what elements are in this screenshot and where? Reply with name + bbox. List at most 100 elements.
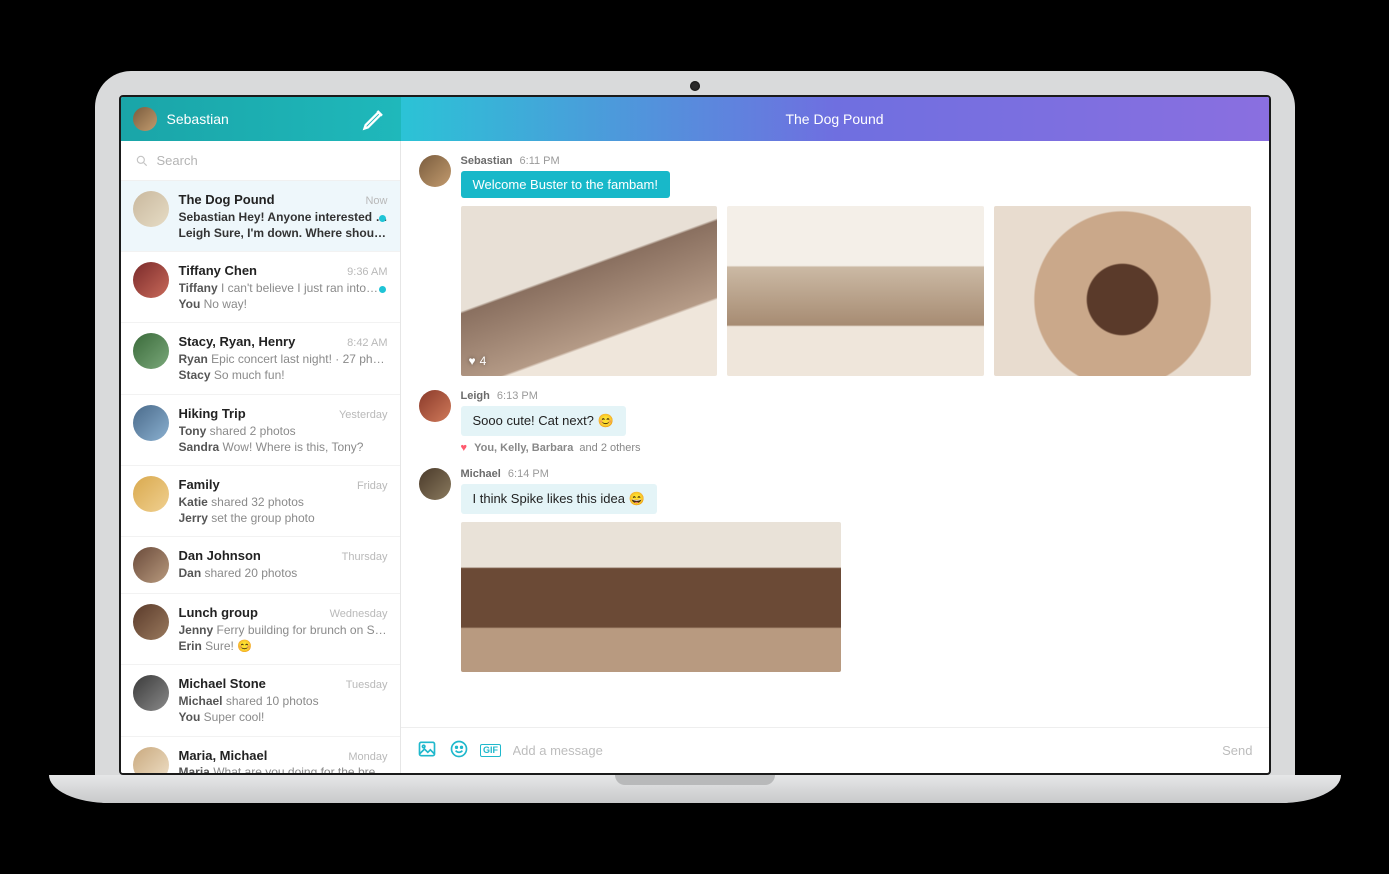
- conversation-time: Tuesday: [346, 678, 388, 693]
- message-list: Sebastian 6:11 PM Welcome Buster to the …: [401, 141, 1269, 727]
- message-author: Leigh: [461, 390, 490, 402]
- conversation-item[interactable]: Family FridayKatie shared 32 photosJerry …: [121, 466, 400, 537]
- unread-indicator-icon: [379, 215, 386, 222]
- unread-indicator-icon: [379, 286, 386, 293]
- message-bubble: Sooo cute! Cat next? 😊: [461, 406, 626, 436]
- attach-image-button[interactable]: [417, 741, 437, 761]
- conversation-preview-1: Tony shared 2 photos: [179, 423, 388, 439]
- conversation-preview-1: Sebastian Hey! Anyone interested in…: [179, 209, 388, 225]
- message-time: 6:11 PM: [520, 155, 560, 167]
- likes-suffix: and 2 others: [579, 442, 640, 454]
- sidebar: Search The Dog PoundNowSebastian Hey! An…: [121, 141, 401, 773]
- conversation-preview-1: Katie shared 32 photos: [179, 494, 388, 510]
- laptop-base: [49, 775, 1341, 803]
- avatar: [133, 405, 169, 441]
- conversation-item[interactable]: Stacy, Ryan, Henry8:42 AMRyan Epic conce…: [121, 323, 400, 394]
- chat-pane: Sebastian 6:11 PM Welcome Buster to the …: [401, 141, 1269, 773]
- conversation-title: Maria, Michael: [179, 747, 268, 765]
- search-placeholder: Search: [157, 153, 198, 168]
- camera-icon: [690, 81, 700, 91]
- avatar: [133, 476, 169, 512]
- avatar: [133, 747, 169, 773]
- message-author: Michael: [461, 468, 501, 480]
- search-field[interactable]: Search: [121, 141, 400, 181]
- avatar: [133, 262, 169, 298]
- conversation-item[interactable]: Tiffany Chen 9:36 AMTiffany I can't belie…: [121, 252, 400, 323]
- current-user-name: Sebastian: [167, 111, 229, 127]
- photo-thumbnail[interactable]: [461, 522, 841, 672]
- conversation-preview-1: Maria What are you doing for the break?: [179, 764, 388, 773]
- app-window: Sebastian The Dog Pound: [119, 95, 1271, 775]
- conversation-title: Lunch group: [179, 604, 258, 622]
- conversation-item[interactable]: Hiking TripYesterdayTony shared 2 photos…: [121, 395, 400, 466]
- heart-icon: ♥: [469, 354, 476, 368]
- photo-gallery: [461, 522, 841, 672]
- avatar: [133, 675, 169, 711]
- conversation-title: Dan Johnson: [179, 547, 261, 565]
- emoji-button[interactable]: [449, 741, 469, 761]
- conversation-item[interactable]: Maria, MichaelMondayMaria What are you d…: [121, 737, 400, 773]
- message-bubble: I think Spike likes this idea 😄: [461, 484, 657, 514]
- image-icon: [417, 739, 437, 762]
- conversation-preview-1: Tiffany I can't believe I just ran into…: [179, 280, 388, 296]
- gif-icon: GIF: [480, 744, 501, 757]
- photo-thumbnail[interactable]: [994, 206, 1251, 376]
- avatar: [133, 333, 169, 369]
- conversation-list: The Dog PoundNowSebastian Hey! Anyone in…: [121, 181, 400, 773]
- conversation-item[interactable]: Lunch group WednesdayJenny Ferry building…: [121, 594, 400, 665]
- current-user-avatar[interactable]: [133, 107, 157, 131]
- conversation-item[interactable]: Michael StoneTuesdayMichael shared 10 ph…: [121, 665, 400, 736]
- conversation-title: Family: [179, 476, 220, 494]
- gif-button[interactable]: GIF: [481, 741, 501, 761]
- conversation-time: Thursday: [342, 550, 388, 565]
- message-meta: Leigh 6:13 PM: [461, 390, 1251, 402]
- avatar: [133, 191, 169, 227]
- chat-title: The Dog Pound: [401, 97, 1269, 141]
- photo-like-badge: ♥ 4: [469, 354, 487, 368]
- conversation-preview-1: Jenny Ferry building for brunch on Satur…: [179, 622, 388, 638]
- conversation-preview-1: Michael shared 10 photos: [179, 693, 388, 709]
- avatar[interactable]: [419, 155, 451, 187]
- heart-icon: ♥: [461, 442, 468, 454]
- conversation-preview-2: You Super cool!: [179, 709, 388, 725]
- conversation-time: Yesterday: [339, 408, 388, 423]
- send-button[interactable]: Send: [1222, 743, 1252, 758]
- app-header: Sebastian The Dog Pound: [121, 97, 1269, 141]
- conversation-preview-2: Sandra Wow! Where is this, Tony?: [179, 439, 388, 455]
- laptop-frame: Sebastian The Dog Pound: [95, 71, 1295, 803]
- conversation-title: Stacy, Ryan, Henry: [179, 333, 296, 351]
- conversation-time: Friday: [357, 479, 388, 494]
- message-meta: Michael 6:14 PM: [461, 468, 1251, 480]
- likes-names: You, Kelly, Barbara: [474, 442, 573, 454]
- conversation-time: Wednesday: [330, 607, 388, 622]
- photo-thumbnail[interactable]: [727, 206, 984, 376]
- message-input[interactable]: [513, 743, 1211, 758]
- conversation-preview-1: Dan shared 20 photos: [179, 565, 388, 581]
- smile-icon: [449, 739, 469, 762]
- message: Leigh 6:13 PM Sooo cute! Cat next? 😊 ♥ Y…: [419, 390, 1251, 454]
- header-left: Sebastian: [121, 97, 401, 141]
- conversation-preview-2: Stacy So much fun!: [179, 367, 388, 383]
- photo-thumbnail[interactable]: ♥ 4: [461, 206, 718, 376]
- conversation-preview-2: Jerry set the group photo: [179, 510, 388, 526]
- compose-button[interactable]: [361, 105, 389, 133]
- composer: GIF Send: [401, 727, 1269, 773]
- avatar[interactable]: [419, 390, 451, 422]
- message-meta: Sebastian 6:11 PM: [461, 155, 1251, 167]
- search-icon: [135, 154, 149, 168]
- conversation-time: 8:42 AM: [347, 336, 387, 351]
- conversation-preview-2: Leigh Sure, I'm down. Where should…: [179, 225, 388, 241]
- conversation-preview-2: You No way!: [179, 296, 388, 312]
- conversation-time: 9:36 AM: [347, 265, 387, 280]
- conversation-preview-2: Erin Sure! 😊: [179, 638, 388, 654]
- message-likes[interactable]: ♥ You, Kelly, Barbara and 2 others: [461, 442, 1251, 454]
- avatar[interactable]: [419, 468, 451, 500]
- conversation-item[interactable]: Dan Johnson ThursdayDan shared 20 photos: [121, 537, 400, 594]
- message-time: 6:13 PM: [497, 390, 538, 402]
- photo-like-count: 4: [480, 354, 487, 368]
- conversation-title: The Dog Pound: [179, 191, 275, 209]
- conversation-title: Tiffany Chen: [179, 262, 258, 280]
- conversation-item[interactable]: The Dog PoundNowSebastian Hey! Anyone in…: [121, 181, 400, 252]
- photo-gallery: ♥ 4: [461, 206, 1251, 376]
- avatar: [133, 547, 169, 583]
